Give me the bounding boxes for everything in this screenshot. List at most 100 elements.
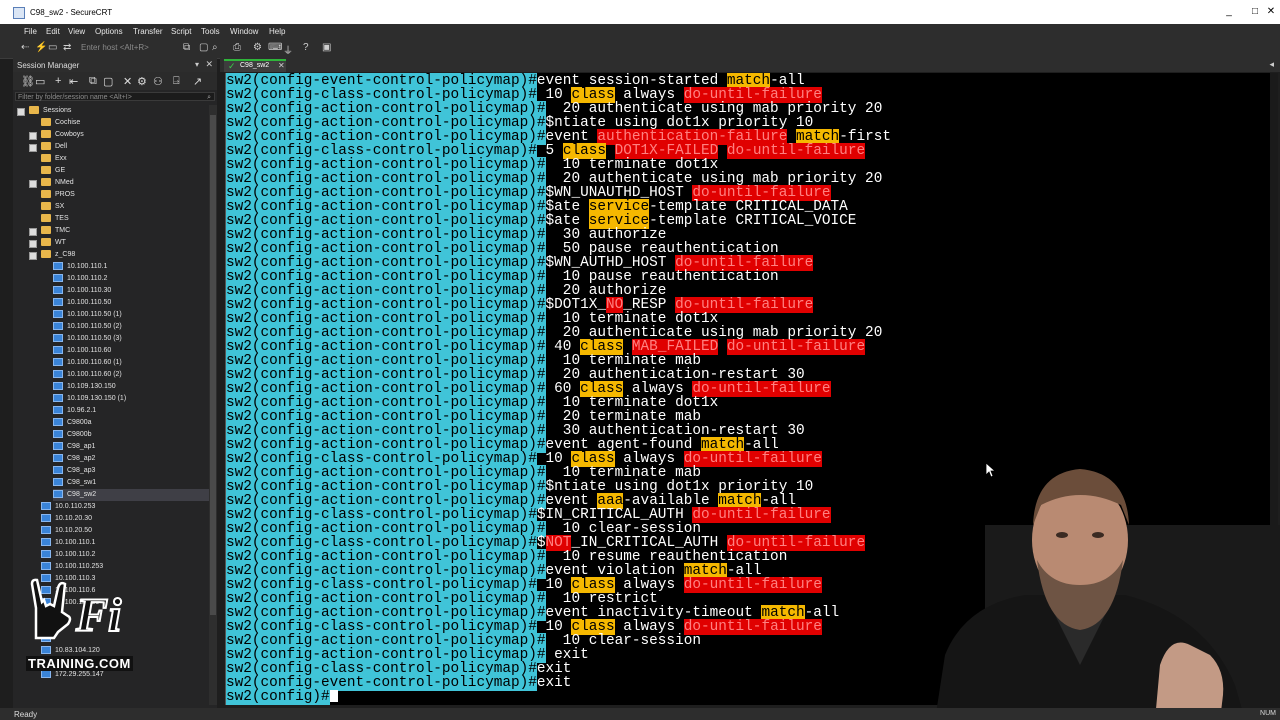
menu-help[interactable]: Help [269,27,285,36]
tree-session[interactable]: 10.100.110.1 [41,537,209,549]
rename-icon[interactable]: ▢ [103,75,113,88]
tree-session[interactable]: C98_sw2 [53,489,209,501]
help-icon[interactable]: ? [303,42,309,53]
paste-icon[interactable]: ▢ [199,42,208,53]
tree-session[interactable]: 10.0.110.253 [41,501,209,513]
tree-folder[interactable]: Sessions [17,105,209,117]
tree-session[interactable]: C9800b [53,429,209,441]
reconnect-icon[interactable]: ⇄ [63,42,71,53]
tree-folder[interactable]: Dell [29,141,209,153]
go-icon[interactable]: ↗ [193,75,202,88]
expand-icon[interactable] [29,240,37,248]
tree-session[interactable]: 10.100.110.60 (2) [53,369,209,381]
tree-session[interactable]: 10.100.110.30 [53,285,209,297]
find-icon[interactable]: ⌕ [212,42,218,53]
maximize-button[interactable]: □ [1248,6,1262,17]
connect-icon[interactable]: ⇠ [21,42,29,53]
tree-session[interactable]: 10.100.110.60 (1) [53,357,209,369]
expand-icon[interactable] [29,132,37,140]
tree-session[interactable]: 10.100.110.50 (1) [53,309,209,321]
cli-text: -template CRITICAL_VOICE [649,213,857,229]
filter-placeholder: Filter by folder/session name <Alt+I> [18,94,132,101]
menu-options[interactable]: Options [95,27,123,36]
session-icon [41,538,51,547]
tree-session[interactable]: 10.100.110.1 [53,261,209,273]
tree-session[interactable]: C98_ap1 [53,441,209,453]
session-icon [53,430,63,439]
menu-transfer[interactable]: Transfer [133,27,163,36]
collapse-icon[interactable] [17,108,25,116]
scrollbar-thumb[interactable] [210,115,216,615]
copy-icon[interactable]: ⧉ [183,42,190,53]
sftp-icon[interactable]: ▣ [322,42,331,53]
tab-icon[interactable]: ▭ [48,42,57,53]
tab-c98-sw2[interactable]: ✓ C98_sw2 ✕ [224,59,286,72]
settings-icon[interactable]: ⚙ [253,42,262,53]
tree-folder[interactable]: GE [41,165,209,177]
tree-session[interactable]: C98_ap3 [53,465,209,477]
menu-file[interactable]: File [24,27,37,36]
tree-session[interactable]: C9800a [53,417,209,429]
menu-script[interactable]: Script [171,27,191,36]
tree-folder[interactable]: PROS [41,189,209,201]
menu-edit[interactable]: Edit [46,27,60,36]
tree-session[interactable]: 10.100.110.60 [53,345,209,357]
tree-folder[interactable]: WT [29,237,209,249]
menu-window[interactable]: Window [230,27,258,36]
delete-icon[interactable]: ✕ [123,75,132,88]
tree-session[interactable]: 10.100.110.50 (2) [53,321,209,333]
tree-session[interactable]: 10.100.110.253 [41,561,209,573]
import-icon[interactable]: ⍈ [173,75,180,88]
tree-item-label: Sessions [43,107,72,114]
tab-close-icon[interactable]: ✕ [278,61,285,70]
users-icon[interactable]: ⚇ [153,75,163,88]
tree-folder[interactable]: Cowboys [29,129,209,141]
tree-folder[interactable]: TES [41,213,209,225]
quick-connect-icon[interactable]: ⚡ [35,42,47,53]
tree-folder[interactable]: NMed [29,177,209,189]
filter-icon[interactable]: ⏚ [283,42,293,57]
tree-session[interactable]: 10.109.130.150 (1) [53,393,209,405]
properties-icon[interactable]: ⚙ [137,75,147,88]
tree-session[interactable]: 10.109.130.150 [53,381,209,393]
panel-close-icon[interactable]: ✕ [205,59,213,70]
print-icon[interactable]: ⎙ [233,42,241,53]
expand-icon[interactable] [29,144,37,152]
pin-icon[interactable]: ▾ [195,60,199,69]
tree-session[interactable]: 10.100.110.50 (3) [53,333,209,345]
menu-view[interactable]: View [68,27,85,36]
connect-session-icon[interactable]: ⇤ [69,75,78,88]
new-session-icon[interactable]: + [55,75,61,87]
new-folder-icon[interactable]: ▭ [35,75,45,88]
link-icon[interactable]: ⛓ [21,75,35,88]
session-tree-scrollbar[interactable] [209,105,217,705]
tab-list-arrow-icon[interactable]: ◂ [1269,59,1274,70]
expand-icon[interactable] [29,180,37,188]
host-input[interactable]: Enter host <Alt+R> [81,43,149,52]
tree-folder[interactable]: Exx [41,153,209,165]
clone-icon[interactable]: ⧉ [89,75,97,88]
tree-folder[interactable]: Cochise [41,117,209,129]
close-button[interactable]: ✕ [1264,6,1278,17]
tree-item-label: PROS [55,191,75,198]
tree-session[interactable]: C98_ap2 [53,453,209,465]
tree-item-label: z_C98 [55,251,76,258]
search-icon[interactable]: ⌕ [207,93,211,102]
tree-session[interactable]: 10.10.20.50 [41,525,209,537]
session-filter-input[interactable]: Filter by folder/session name <Alt+I> ⌕ [15,92,215,101]
collapse-icon[interactable] [29,252,37,260]
tree-session[interactable]: 10.100.110.50 [53,297,209,309]
tree-session[interactable]: 10.10.20.30 [41,513,209,525]
folder-icon [41,202,51,211]
keymap-icon[interactable]: ⌨ [268,42,282,53]
tree-folder[interactable]: TMC [29,225,209,237]
tree-session[interactable]: 10.100.110.2 [41,549,209,561]
menu-tools[interactable]: Tools [201,27,220,36]
minimize-button[interactable]: _ [1222,6,1236,17]
tree-folder[interactable]: z_C98 [29,249,209,261]
expand-icon[interactable] [29,228,37,236]
tree-folder[interactable]: SX [41,201,209,213]
tree-session[interactable]: C98_sw1 [53,477,209,489]
tree-session[interactable]: 10.96.2.1 [53,405,209,417]
tree-session[interactable]: 10.100.110.2 [53,273,209,285]
